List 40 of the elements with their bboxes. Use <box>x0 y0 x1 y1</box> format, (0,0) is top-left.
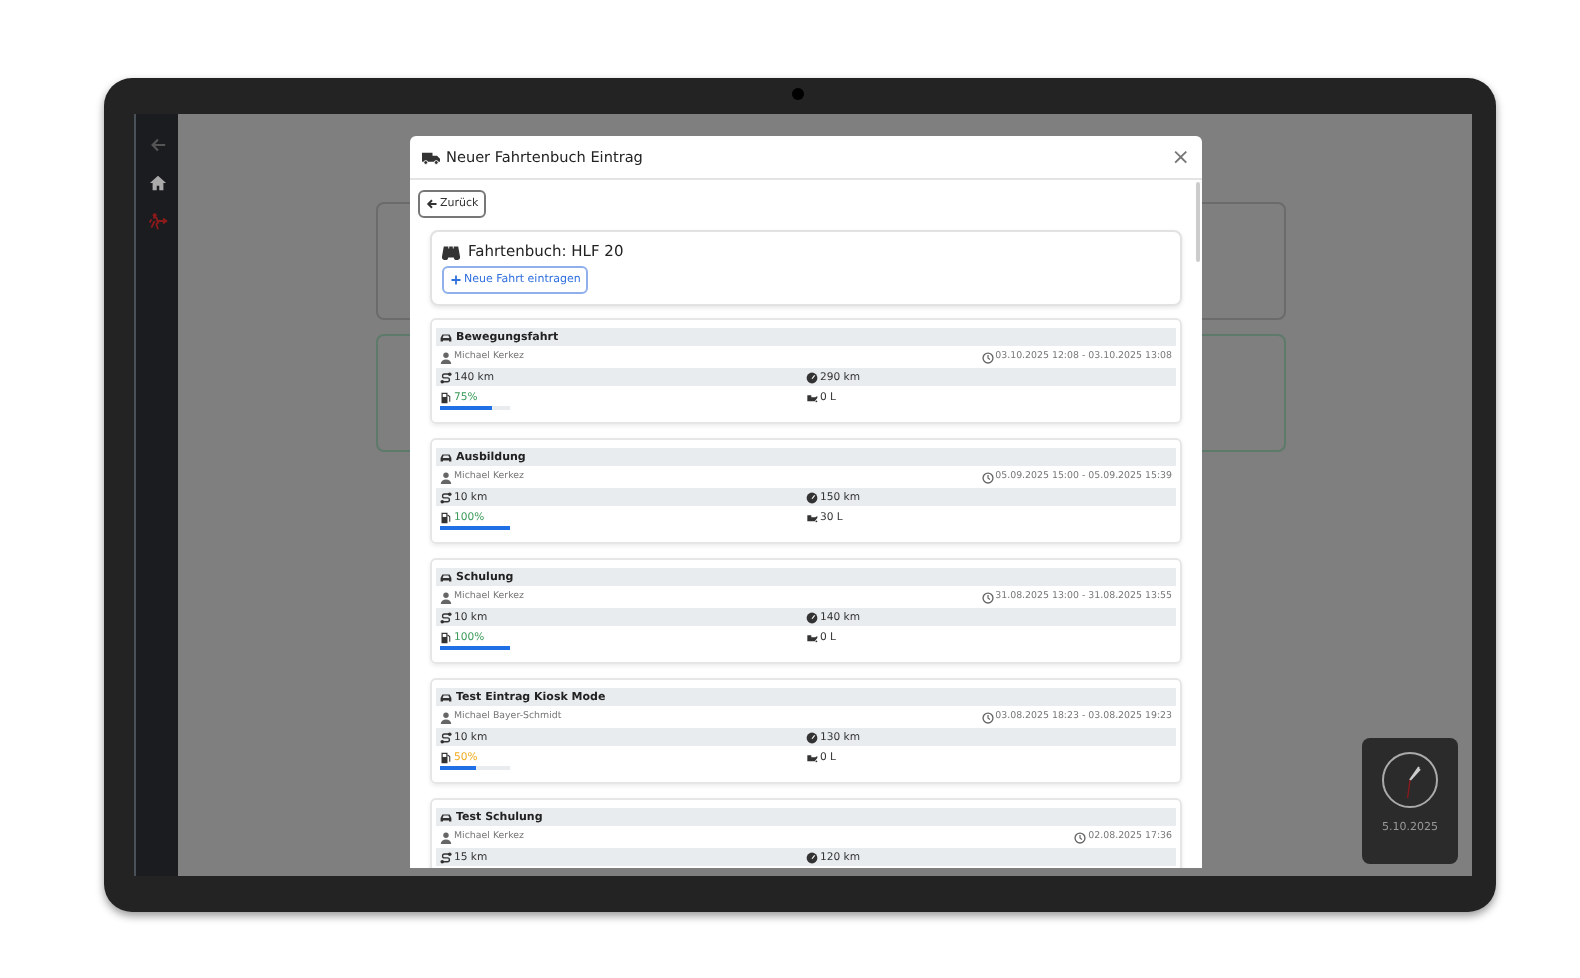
user-icon <box>440 351 452 363</box>
user-icon <box>440 711 452 723</box>
plus-icon <box>450 274 462 286</box>
camera-icon <box>792 88 804 100</box>
car-icon <box>440 691 452 703</box>
scrollbar <box>1196 182 1200 262</box>
fuel-pump-icon <box>440 631 452 643</box>
arrow-left-icon <box>426 198 438 210</box>
truck-icon <box>422 149 440 165</box>
clock-icon <box>981 591 994 603</box>
exit-icon[interactable] <box>147 212 167 230</box>
car-icon <box>440 451 452 463</box>
gauge-icon <box>806 731 818 743</box>
close-button[interactable]: × <box>1171 146 1190 168</box>
gauge-icon <box>806 371 818 383</box>
fuel-pump-icon <box>440 391 452 403</box>
route-icon <box>440 731 452 743</box>
car-icon <box>440 811 452 823</box>
home-icon[interactable] <box>147 174 167 192</box>
binoculars-icon <box>442 243 460 259</box>
car-icon <box>440 331 452 343</box>
route-icon <box>440 611 452 623</box>
clock-icon <box>981 351 994 363</box>
route-icon <box>440 491 452 503</box>
fuel-pump-icon <box>440 751 452 763</box>
user-icon <box>440 591 452 603</box>
back-arrow-icon[interactable] <box>147 136 167 154</box>
gauge-icon <box>806 491 818 503</box>
user-icon <box>440 831 452 843</box>
gauge-icon <box>806 611 818 623</box>
fuel-pump-icon <box>440 511 452 523</box>
car-icon <box>440 571 452 583</box>
route-icon <box>440 371 452 383</box>
route-icon <box>440 851 452 863</box>
clock-icon <box>1074 831 1087 843</box>
user-icon <box>440 471 452 483</box>
clock-icon <box>981 711 994 723</box>
clock-icon <box>981 471 994 483</box>
gauge-icon <box>806 851 818 863</box>
analog-clock-drawing <box>1380 750 1440 810</box>
